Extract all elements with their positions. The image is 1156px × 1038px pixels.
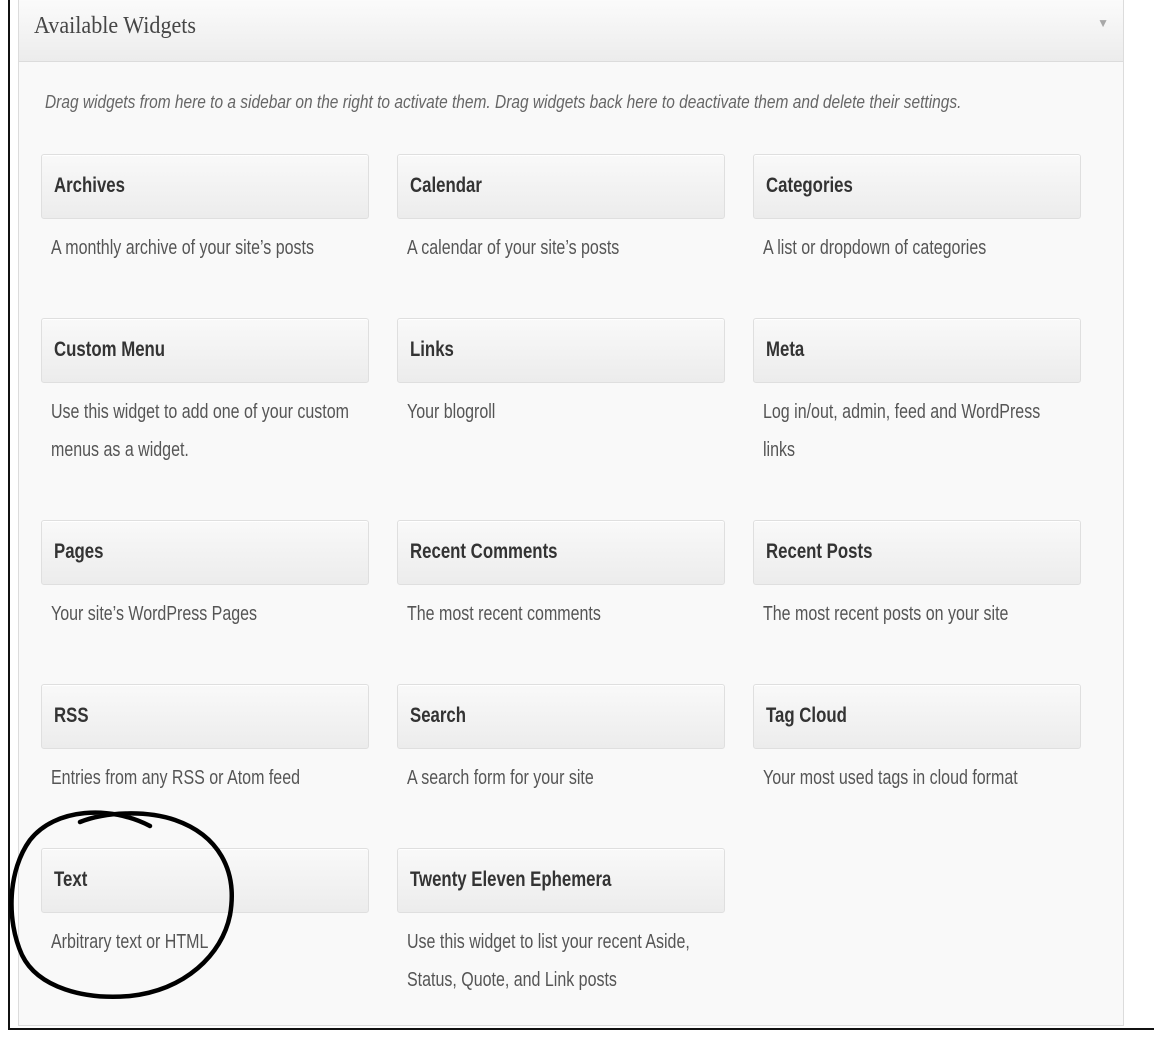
widget-title-label: Recent Posts <box>766 540 873 563</box>
widget-description: Your most used tags in cloud format <box>763 767 1018 789</box>
widget-description: Your blogroll <box>407 401 496 423</box>
widget-description: A list or dropdown of categories <box>763 237 987 259</box>
widget-title-label: Meta <box>766 338 805 361</box>
widget-tag-cloud[interactable]: Tag Cloud <box>753 684 1081 749</box>
widget-title-label: Links <box>410 338 454 361</box>
widget-title-label: Categories <box>766 174 853 197</box>
triangle-down-icon[interactable]: ▼ <box>1097 16 1109 30</box>
widget-title-label: Pages <box>54 540 104 563</box>
widget-calendar[interactable]: Calendar <box>397 154 725 219</box>
panel-title: Available Widgets <box>34 13 197 39</box>
widget-title-label: Calendar <box>410 174 482 197</box>
widget-description: Arbitrary text or HTML <box>51 931 209 953</box>
widget-title-label: Custom Menu <box>54 338 166 361</box>
widget-description: The most recent comments <box>407 603 601 625</box>
widget-title-label: Twenty Eleven Ephemera <box>410 868 612 891</box>
widget-description: The most recent posts on your site <box>763 603 1009 625</box>
widget-recent-comments[interactable]: Recent Comments <box>397 520 725 585</box>
widget-pages[interactable]: Pages <box>41 520 369 585</box>
widget-description: A calendar of your site’s posts <box>407 237 620 259</box>
widget-twenty-eleven-ephemera[interactable]: Twenty Eleven Ephemera <box>397 848 725 913</box>
panel-header[interactable]: Available Widgets ▼ <box>19 0 1123 62</box>
widget-search[interactable]: Search <box>397 684 725 749</box>
widget-title-label: Recent Comments <box>410 540 558 563</box>
widget-description: Use this widget to add one of your custo… <box>51 401 349 461</box>
widget-text[interactable]: Text <box>41 848 369 913</box>
widget-links[interactable]: Links <box>397 318 725 383</box>
widget-archives[interactable]: Archives <box>41 154 369 219</box>
widget-rss[interactable]: RSS <box>41 684 369 749</box>
widget-title-label: Text <box>54 868 88 891</box>
widget-title-label: Tag Cloud <box>766 704 847 727</box>
widget-description: A monthly archive of your site’s posts <box>51 237 314 259</box>
widget-description: Entries from any RSS or Atom feed <box>51 767 300 789</box>
widget-meta[interactable]: Meta <box>753 318 1081 383</box>
panel-description: Drag widgets from here to a sidebar on t… <box>45 92 962 112</box>
widget-recent-posts[interactable]: Recent Posts <box>753 520 1081 585</box>
widget-description: Use this widget to list your recent Asid… <box>407 931 690 991</box>
widget-description: Log in/out, admin, feed and WordPress li… <box>763 401 1041 461</box>
widget-custom-menu[interactable]: Custom Menu <box>41 318 369 383</box>
widget-categories[interactable]: Categories <box>753 154 1081 219</box>
widget-description: Your site’s WordPress Pages <box>51 603 258 625</box>
widget-description: A search form for your site <box>407 767 594 789</box>
widget-title-label: Search <box>410 704 467 727</box>
widget-title-label: Archives <box>54 174 125 197</box>
widget-title-label: RSS <box>54 704 89 727</box>
